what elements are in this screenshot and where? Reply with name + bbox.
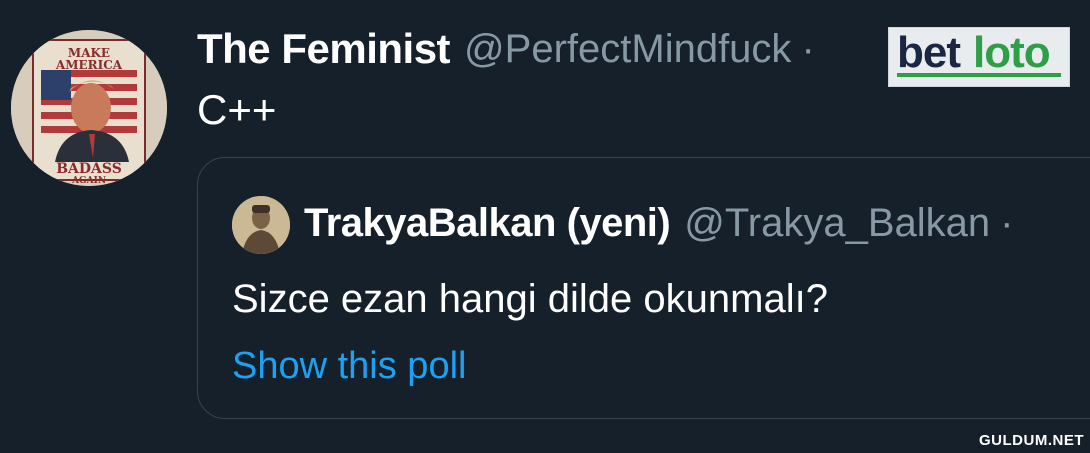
show-poll-link[interactable]: Show this poll	[232, 342, 466, 390]
logo-underline	[897, 73, 1061, 77]
user-handle[interactable]: @PerfectMindfuck	[464, 27, 791, 72]
poster-text-bottom-2: AGAIN	[71, 176, 106, 186]
quoted-user-avatar[interactable]	[232, 196, 290, 254]
tweet-text: C++	[197, 86, 277, 133]
quoted-tweet-card[interactable]: TrakyaBalkan (yeni) @Trakya_Balkan · Siz…	[197, 157, 1090, 419]
watermark: GULDUM.NET	[979, 432, 1084, 449]
separator-dot: ·	[801, 26, 815, 71]
quoted-user-handle[interactable]: @Trakya_Balkan	[684, 201, 990, 246]
quoted-display-name[interactable]: TrakyaBalkan (yeni)	[304, 201, 671, 246]
quoted-tweet-text: Sizce ezan hangi dilde okunmalı?	[232, 277, 828, 321]
betloto-logo: bet loto	[888, 27, 1070, 87]
display-name[interactable]: The Feminist	[197, 25, 451, 73]
quoted-separator-dot: ·	[1000, 200, 1014, 245]
poster-text-bottom-1: BADASS	[56, 161, 122, 177]
tweet-header: The Feminist @PerfectMindfuck ·	[197, 24, 815, 74]
logo-text-loto: loto	[973, 28, 1051, 77]
poster-text-top-2: AMERICA	[55, 58, 123, 72]
badass-poster-avatar-icon: MAKE AMERICA BADASS AGAIN	[11, 30, 167, 186]
user-avatar[interactable]: MAKE AMERICA BADASS AGAIN	[11, 30, 167, 186]
logo-text-bet: bet	[897, 28, 961, 77]
portrait-avatar-icon	[232, 196, 290, 254]
quoted-tweet-header: TrakyaBalkan (yeni) @Trakya_Balkan ·	[304, 198, 1014, 248]
tweet: MAKE AMERICA BADASS AGAIN The Feminist @…	[0, 0, 1090, 453]
